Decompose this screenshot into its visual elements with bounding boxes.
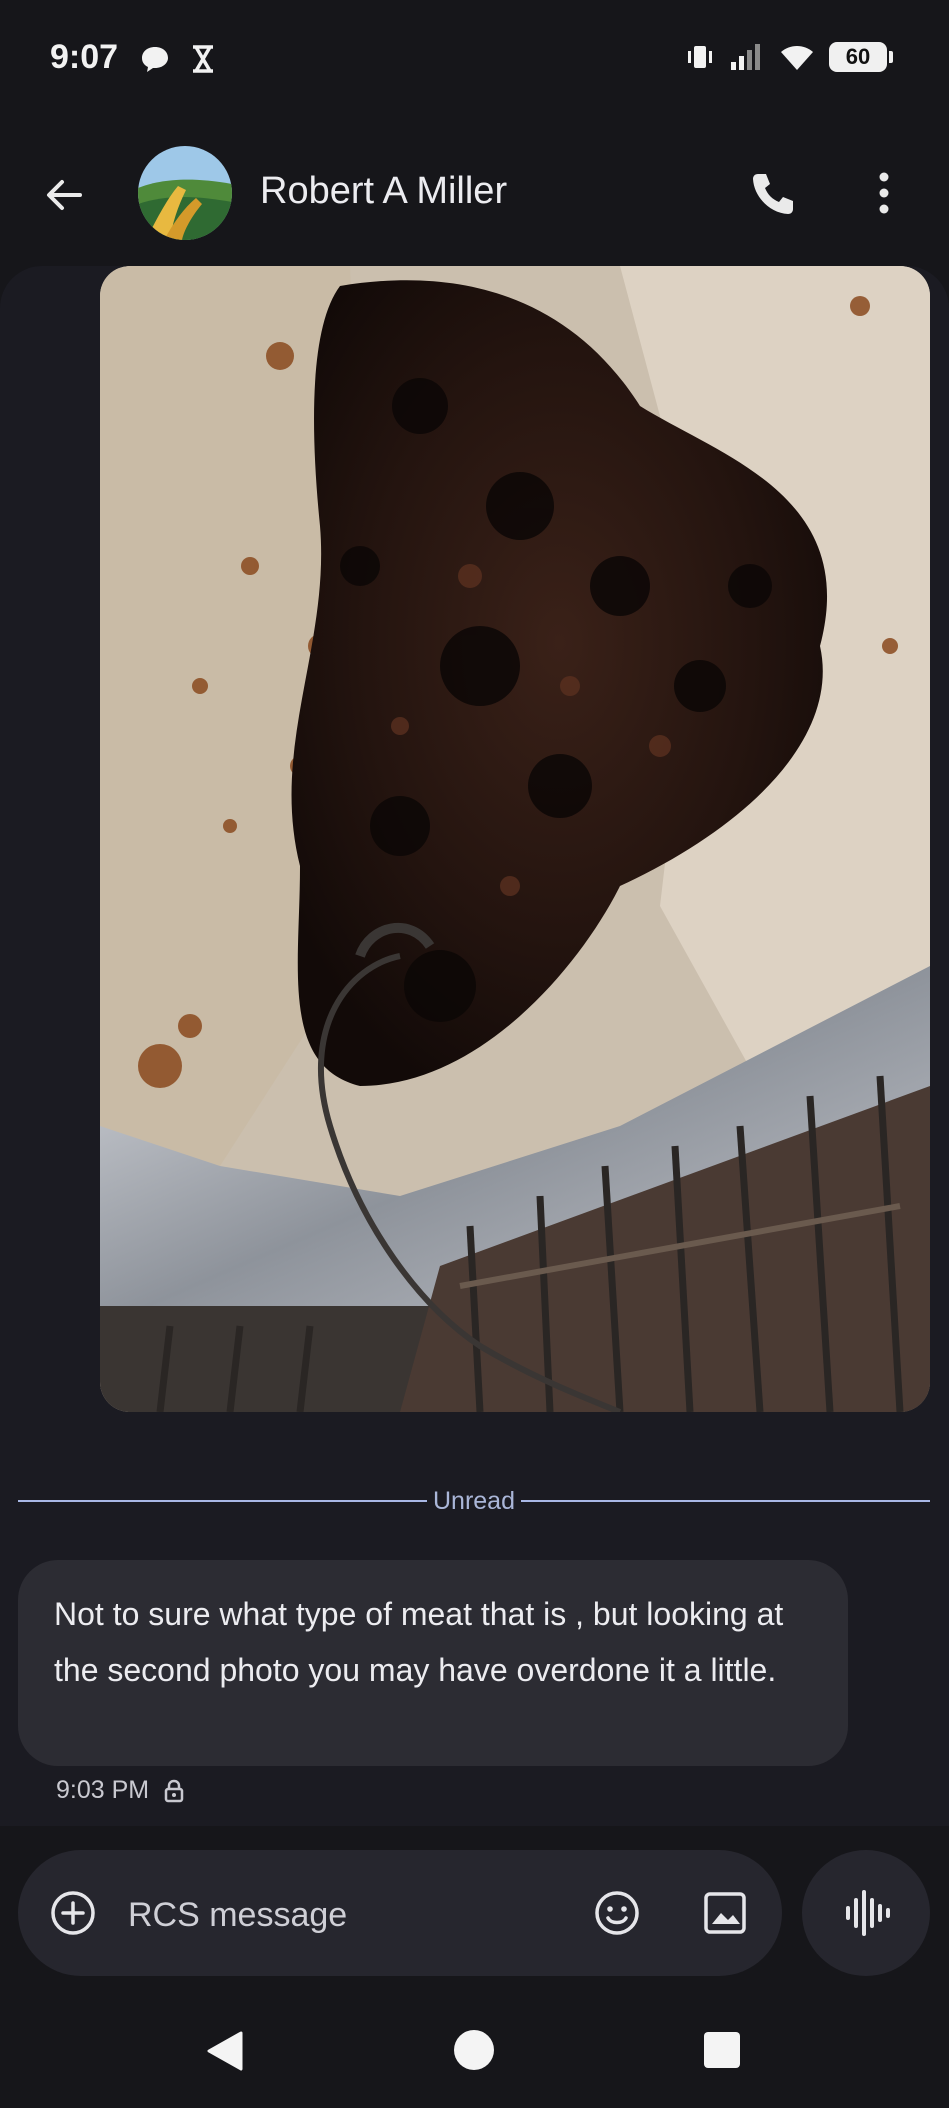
message-photo[interactable] — [100, 266, 930, 1412]
message-text: Not to sure what type of meat that is , … — [54, 1596, 784, 1688]
message-input[interactable] — [126, 1892, 430, 1938]
message-time: 9:03 PM — [56, 1776, 150, 1804]
unread-divider: Unread — [18, 1486, 930, 1516]
conversation-header: Robert A Miller — [0, 130, 949, 260]
contact-name[interactable]: Robert A Miller — [260, 170, 507, 213]
signal-icon — [731, 44, 760, 70]
compose-bar — [18, 1850, 782, 1976]
nav-recents-icon[interactable] — [704, 2032, 740, 2068]
more-vert-icon[interactable] — [862, 168, 906, 218]
status-bar: 9:07 60 — [0, 0, 949, 120]
hourglass-icon — [193, 45, 213, 73]
add-circle-icon[interactable] — [50, 1890, 96, 1936]
emoji-icon[interactable] — [592, 1888, 642, 1938]
gallery-icon[interactable] — [700, 1888, 750, 1938]
avatar[interactable] — [138, 146, 232, 240]
phone-icon[interactable] — [748, 168, 798, 218]
nav-home-icon[interactable] — [454, 2030, 494, 2070]
battery-icon: 60 — [829, 42, 893, 72]
vibrate-icon — [688, 46, 712, 68]
voice-message-button[interactable] — [802, 1850, 930, 1976]
incoming-message[interactable]: Not to sure what type of meat that is , … — [18, 1560, 848, 1766]
nav-back-icon[interactable] — [205, 2030, 245, 2072]
unread-label: Unread — [433, 1486, 515, 1515]
status-time: 9:07 — [50, 38, 119, 76]
message-meta: 9:03 PM — [56, 1776, 185, 1805]
system-nav-bar — [0, 2010, 949, 2108]
voice-icon — [846, 1890, 890, 1936]
back-arrow-icon[interactable] — [40, 170, 90, 220]
lock-icon — [164, 1779, 184, 1802]
chat-bubble-icon — [142, 47, 168, 72]
wifi-icon — [781, 46, 813, 70]
